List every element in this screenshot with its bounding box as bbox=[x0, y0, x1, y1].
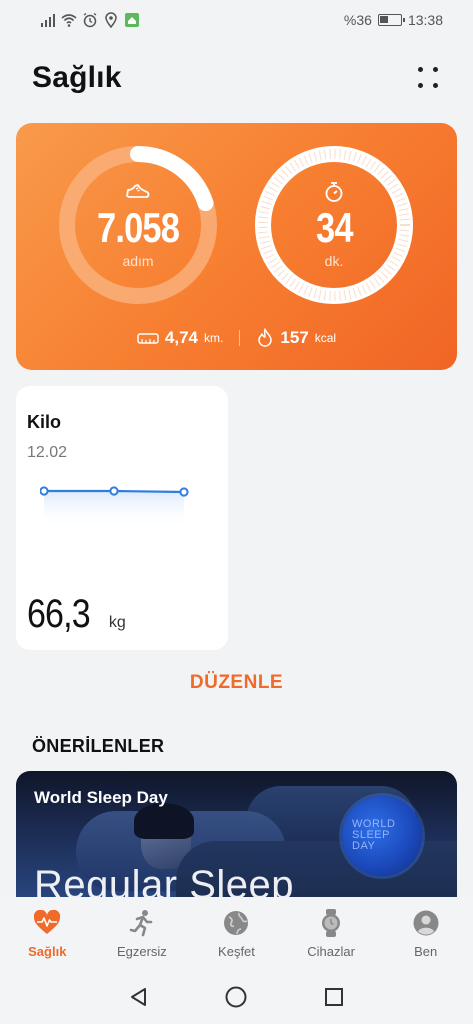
calories-value: 157 bbox=[280, 328, 309, 347]
nav-tab-me[interactable]: Ben bbox=[378, 897, 473, 970]
steps-value: 7.058 bbox=[96, 204, 180, 251]
home-icon[interactable] bbox=[224, 985, 248, 1009]
weight-trend-chart bbox=[40, 486, 189, 528]
weight-title: Kilo bbox=[27, 412, 61, 432]
weight-date: 12.02 bbox=[27, 444, 68, 461]
edit-button[interactable]: DÜZENLE bbox=[0, 672, 473, 694]
alarm-icon bbox=[82, 12, 98, 28]
heart-pulse-icon bbox=[33, 909, 61, 937]
home-app-icon bbox=[124, 12, 140, 28]
nav-tab-discover[interactable]: Keşfet bbox=[189, 897, 284, 970]
nav-label-exercise: Egzersiz bbox=[116, 944, 167, 959]
distance-value: 4,74 bbox=[164, 328, 199, 347]
steps-center: 7.058 adım bbox=[58, 145, 218, 305]
person-icon bbox=[412, 909, 440, 937]
activity-summary: 4,74 km. 157 kcal bbox=[16, 328, 457, 348]
page-title: Sağlık bbox=[32, 61, 122, 94]
running-icon bbox=[128, 909, 156, 937]
nav-label-health: Sağlık bbox=[28, 944, 67, 959]
promo-title: World Sleep Day bbox=[34, 788, 168, 807]
divider bbox=[239, 330, 241, 346]
status-right: %36 13:38 bbox=[344, 12, 443, 28]
badge-line-3: DAY bbox=[352, 840, 376, 852]
weight-unit: kg bbox=[108, 614, 126, 631]
flame-icon bbox=[258, 328, 273, 347]
minutes-center: 34 dk. bbox=[254, 145, 414, 305]
weight-point bbox=[40, 486, 49, 496]
minutes-unit: dk. bbox=[324, 253, 344, 269]
stopwatch-icon bbox=[325, 182, 343, 202]
back-icon[interactable] bbox=[127, 985, 151, 1009]
clock: 13:38 bbox=[407, 12, 443, 28]
badge-text: WORLD SLEEP DAY bbox=[352, 819, 422, 852]
nav-tab-exercise[interactable]: Egzersiz bbox=[95, 897, 190, 970]
battery-icon bbox=[377, 14, 405, 26]
status-bar: %36 13:38 bbox=[0, 0, 473, 40]
steps-ring: 7.058 adım bbox=[58, 145, 218, 305]
promo-hair-shape bbox=[134, 803, 194, 839]
distance-item: 4,74 km. bbox=[137, 328, 223, 348]
minutes-ring: 34 dk. bbox=[254, 145, 414, 305]
ruler-icon bbox=[137, 333, 159, 344]
world-sleep-day-card[interactable]: WORLD SLEEP DAY World Sleep Day Regular … bbox=[16, 771, 457, 911]
activity-card[interactable]: 7.058 adım 34 dk. 4,74 km. 157 kcal bbox=[16, 123, 457, 370]
weight-area bbox=[44, 491, 184, 528]
recommendations-title: ÖNERİLENLER bbox=[32, 736, 165, 756]
watch-icon bbox=[317, 909, 345, 937]
signal-icon bbox=[40, 12, 56, 28]
nav-label-me: Ben bbox=[414, 944, 438, 959]
weight-point bbox=[179, 487, 189, 497]
weight-point bbox=[109, 486, 119, 496]
system-navigation-bar bbox=[0, 970, 473, 1024]
bottom-navigation: Sağlık Egzersiz Keşfet Cihazlar Ben bbox=[0, 897, 473, 970]
calories-item: 157 kcal bbox=[256, 328, 336, 348]
shoe-icon bbox=[126, 184, 150, 198]
steps-unit: adım bbox=[122, 253, 154, 269]
weight-value-row: 66,3 kg bbox=[27, 592, 126, 637]
wifi-icon bbox=[61, 12, 77, 28]
globe-icon bbox=[222, 909, 250, 937]
location-icon bbox=[103, 12, 119, 28]
header: Sağlık bbox=[32, 56, 441, 100]
nav-tab-devices[interactable]: Cihazlar bbox=[284, 897, 379, 970]
nav-tab-health[interactable]: Sağlık bbox=[0, 897, 95, 970]
nav-label-devices: Cihazlar bbox=[307, 944, 355, 959]
recent-apps-icon[interactable] bbox=[322, 985, 346, 1009]
distance-unit: km. bbox=[204, 331, 224, 345]
battery-percent: %36 bbox=[343, 12, 372, 28]
weight-card[interactable]: Kilo 12.02 66,3 kg bbox=[16, 386, 228, 650]
calories-unit: kcal bbox=[314, 331, 337, 345]
weight-value: 66,3 bbox=[27, 592, 91, 636]
status-icons bbox=[40, 12, 140, 28]
minutes-value: 34 bbox=[315, 204, 353, 251]
nav-label-discover: Keşfet bbox=[218, 944, 255, 959]
more-options-icon[interactable] bbox=[415, 65, 441, 91]
